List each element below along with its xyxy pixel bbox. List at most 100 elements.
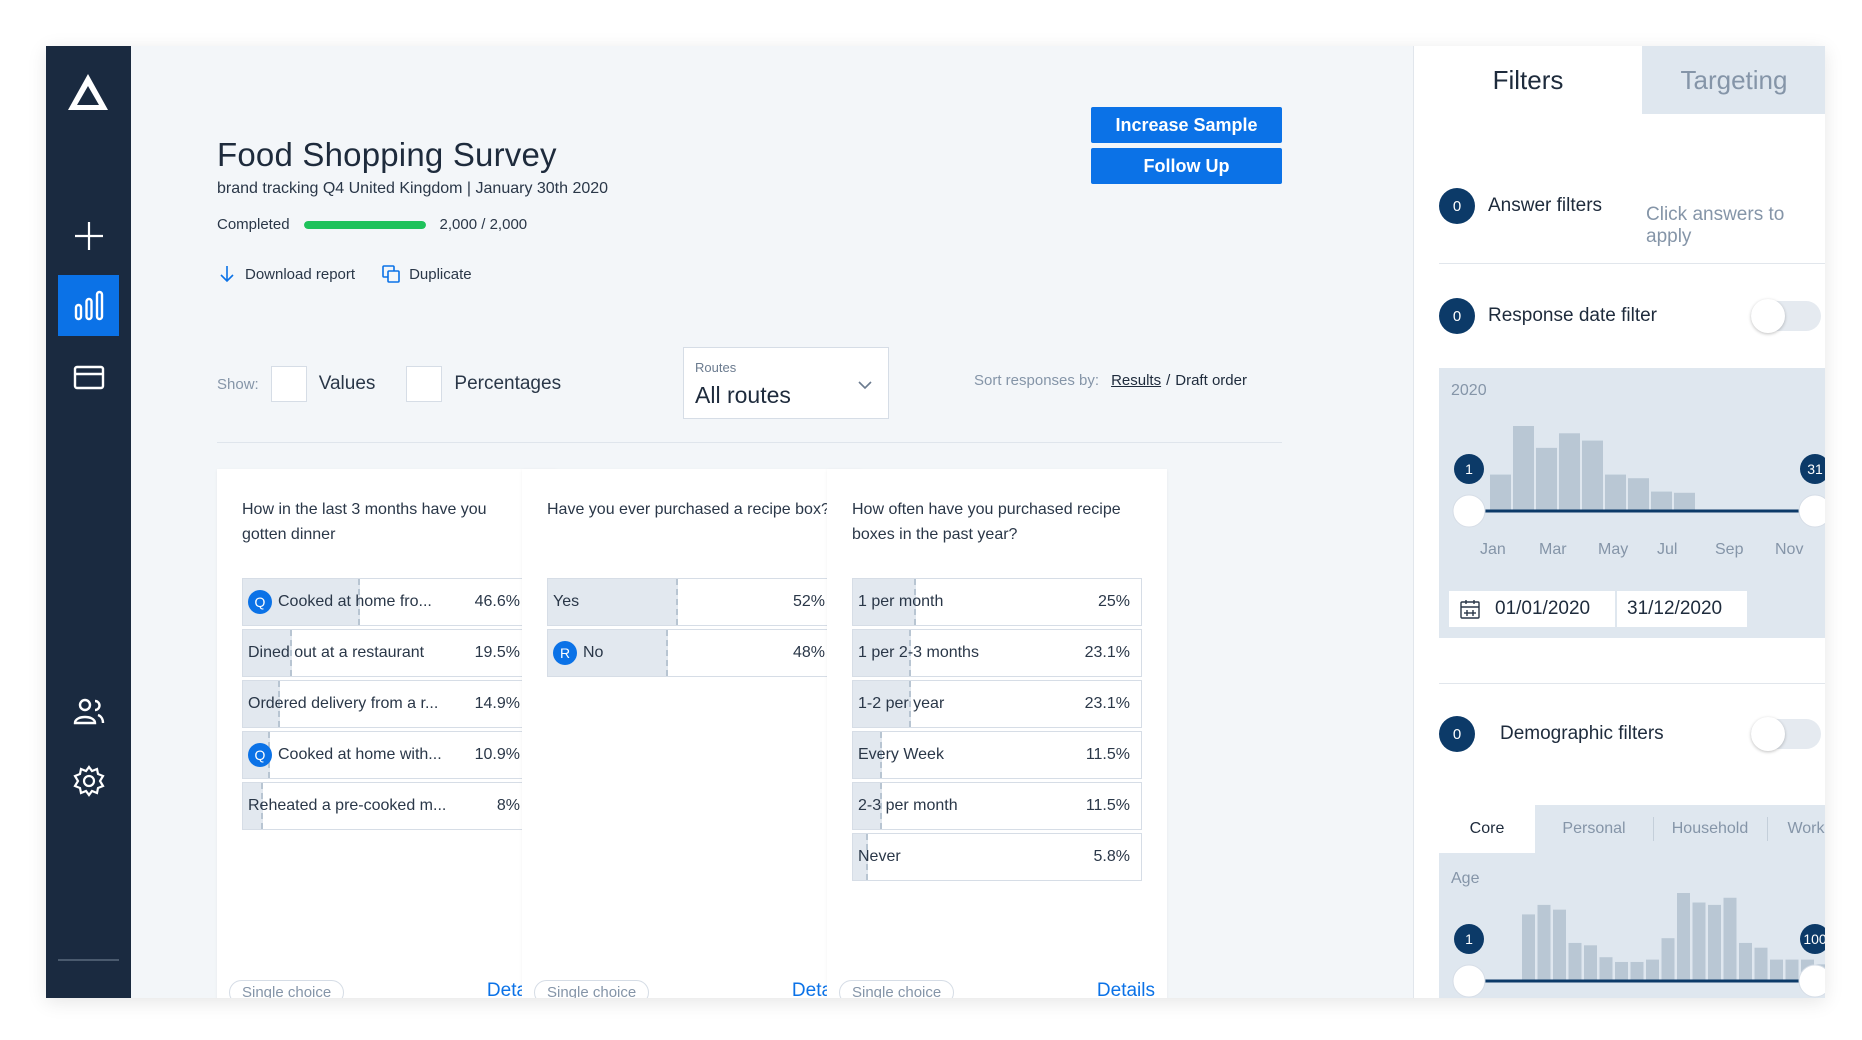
answer-text: Ordered delivery from a r... bbox=[248, 681, 438, 727]
answer-option[interactable]: Q Cooked at home with... 10.9% bbox=[242, 731, 532, 779]
duplicate-label: Duplicate bbox=[409, 265, 472, 283]
answer-filters-label: Answer filters bbox=[1488, 195, 1603, 216]
histogram-bar bbox=[1739, 942, 1752, 981]
histogram-bar bbox=[1568, 942, 1582, 981]
answer-option[interactable]: Dined out at a restaurant 19.5% bbox=[242, 629, 532, 677]
end-date-field[interactable]: 31/12/2020 bbox=[1617, 591, 1747, 627]
histogram-bar bbox=[1582, 440, 1603, 511]
answer-option[interactable]: 1-2 per year 23.1% bbox=[852, 680, 1142, 728]
page-title: Food Shopping Survey bbox=[217, 136, 557, 173]
histogram-bar bbox=[1651, 491, 1672, 511]
answer-text: Never bbox=[858, 834, 901, 880]
answer-option[interactable]: 2-3 per month 11.5% bbox=[852, 782, 1142, 830]
month-tick-label: Mar bbox=[1539, 541, 1567, 558]
range-min-handle[interactable] bbox=[1452, 494, 1486, 528]
range-max-value: 31 bbox=[1807, 461, 1823, 477]
demographic-tabs: Core Personal Household Work bbox=[1439, 805, 1825, 853]
answer-label: Cooked at home fro... bbox=[278, 593, 432, 610]
tab-work[interactable]: Work bbox=[1767, 805, 1825, 853]
sort-results-link[interactable]: Results bbox=[1111, 372, 1161, 389]
question-type-badge: Single choice bbox=[534, 980, 650, 998]
sidebar-divider bbox=[58, 959, 119, 961]
histogram-bar bbox=[1646, 959, 1659, 981]
create-icon[interactable] bbox=[58, 205, 119, 266]
answer-option[interactable]: 1 per 2-3 months 23.1% bbox=[852, 629, 1142, 677]
routes-dropdown[interactable]: Routes All routes bbox=[683, 347, 889, 419]
histogram-bar bbox=[1677, 893, 1690, 981]
sort-separator: / bbox=[1166, 372, 1171, 389]
range-min-value: 1 bbox=[1465, 461, 1473, 477]
answer-option[interactable]: Q Cooked at home fro... 46.6% bbox=[242, 578, 532, 626]
question-card: Have you ever purchased a recipe box? Yes… bbox=[522, 469, 862, 998]
increase-sample-button[interactable]: Increase Sample bbox=[1091, 107, 1282, 143]
range-min-handle[interactable] bbox=[1452, 964, 1486, 998]
duplicate-link[interactable]: Duplicate bbox=[381, 264, 472, 284]
values-checkbox[interactable] bbox=[270, 366, 307, 402]
month-tick-label: Jan bbox=[1480, 541, 1506, 558]
chevron-down-icon bbox=[858, 381, 872, 390]
answer-option[interactable]: Never 5.8% bbox=[852, 833, 1142, 881]
routes-value: All routes bbox=[695, 382, 791, 408]
results-chart-icon[interactable] bbox=[58, 275, 119, 336]
percentages-checkbox[interactable] bbox=[406, 366, 443, 402]
histogram-bar bbox=[1754, 947, 1768, 981]
range-max-value: 100 bbox=[1803, 931, 1825, 947]
question-text: Have you ever purchased a recipe box? bbox=[547, 501, 830, 518]
histogram-bar bbox=[1522, 914, 1535, 981]
demographic-filters-count: 0 bbox=[1439, 716, 1475, 752]
answer-percentage: 14.9% bbox=[474, 695, 520, 712]
range-max-handle[interactable] bbox=[1798, 964, 1825, 998]
sidebar bbox=[46, 46, 131, 998]
answer-option[interactable]: Ordered delivery from a r... 14.9% bbox=[242, 680, 532, 728]
question-text: How in the last 3 months have you gotten… bbox=[242, 501, 487, 543]
question-type-badge: Single choice bbox=[229, 980, 345, 998]
answer-percentage: 11.5% bbox=[1085, 746, 1130, 763]
answer-text: Yes bbox=[553, 579, 579, 625]
tab-targeting[interactable]: Targeting bbox=[1642, 46, 1825, 114]
answer-option[interactable]: Yes 52% bbox=[547, 578, 837, 626]
question-card: How often have you purchased recipe boxe… bbox=[827, 469, 1167, 998]
tab-household[interactable]: Household bbox=[1653, 805, 1767, 853]
answer-label: Reheated a pre-cooked m... bbox=[248, 797, 447, 814]
answer-percentage: 10.9% bbox=[474, 746, 520, 763]
histogram-bar bbox=[1770, 959, 1783, 981]
answer-option[interactable]: R No 48% bbox=[547, 629, 837, 677]
download-report-link[interactable]: Download report bbox=[217, 264, 355, 284]
question-type-badge: Single choice bbox=[839, 980, 955, 998]
billing-card-icon[interactable] bbox=[58, 346, 119, 407]
end-date-value: 31/12/2020 bbox=[1627, 598, 1723, 619]
duplicate-icon bbox=[382, 265, 400, 283]
page-subtitle: brand tracking Q4 United Kingdom | Janua… bbox=[217, 180, 609, 197]
histogram-bar bbox=[1708, 904, 1721, 981]
response-date-toggle[interactable] bbox=[1751, 299, 1821, 333]
start-date-field[interactable]: 01/01/2020 bbox=[1449, 591, 1615, 627]
demographic-filters-toggle[interactable] bbox=[1751, 717, 1821, 751]
response-date-chart: 2020 1 31 Jan Mar May Jul Sep Nov 01/01/2020 3… bbox=[1439, 368, 1825, 638]
response-date-label: Response date filter bbox=[1488, 305, 1657, 326]
users-icon[interactable] bbox=[58, 680, 119, 741]
follow-up-button[interactable]: Follow Up bbox=[1091, 148, 1282, 184]
answer-label: 1 per 2-3 months bbox=[858, 644, 979, 661]
answer-option[interactable]: 1 per month 25% bbox=[852, 578, 1142, 626]
answer-option[interactable]: Every Week 11.5% bbox=[852, 731, 1142, 779]
values-label: Values bbox=[318, 373, 376, 394]
tab-filters[interactable]: Filters bbox=[1414, 46, 1642, 114]
histogram-bar bbox=[1536, 447, 1557, 511]
sort-draft-order-link[interactable]: Draft order bbox=[1175, 372, 1247, 389]
histogram-bar bbox=[1661, 938, 1675, 981]
month-tick-label: Jul bbox=[1657, 541, 1678, 558]
tab-core[interactable]: Core bbox=[1439, 805, 1535, 853]
range-max-handle[interactable] bbox=[1798, 494, 1825, 528]
tab-personal[interactable]: Personal bbox=[1535, 805, 1653, 853]
histogram-bar bbox=[1692, 902, 1706, 981]
question-text: How often have you purchased recipe boxe… bbox=[852, 501, 1121, 543]
logo-icon[interactable] bbox=[66, 72, 110, 112]
answer-option[interactable]: Reheated a pre-cooked m... 8% bbox=[242, 782, 532, 830]
routes-label: Routes bbox=[695, 360, 737, 375]
details-link[interactable]: Details bbox=[1097, 980, 1155, 998]
answer-label: No bbox=[583, 644, 604, 661]
settings-gear-icon[interactable] bbox=[58, 750, 119, 811]
age-chart: Age 1100 0102030405060708090100 bbox=[1439, 853, 1825, 998]
content-divider bbox=[217, 442, 1282, 443]
answer-percentage: 52% bbox=[792, 593, 825, 610]
